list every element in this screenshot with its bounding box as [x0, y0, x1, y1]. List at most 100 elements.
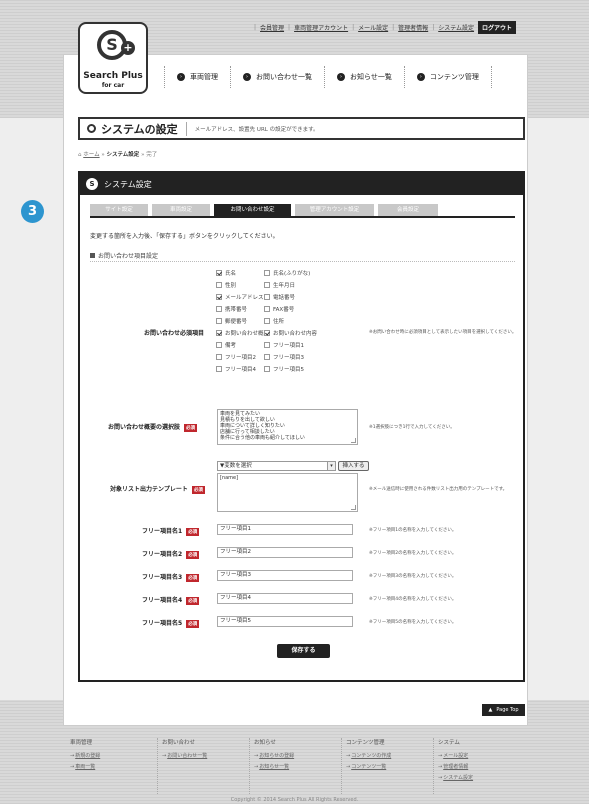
checkbox-label: フリー項目5 [273, 367, 304, 373]
circle-icon [87, 124, 96, 133]
checkbox-item[interactable]: フリー項目4 [216, 365, 256, 373]
footer-link[interactable]: コンテンツ一覧 [346, 763, 433, 770]
checkbox-item[interactable]: 電話番号 [264, 293, 295, 301]
checkbox-item[interactable]: 性別 [216, 281, 236, 289]
gnav-inquiries[interactable]: › お問い合わせ一覧 [230, 66, 324, 88]
free-item-input[interactable]: フリー項目1 [217, 524, 353, 535]
checkbox[interactable] [216, 318, 222, 324]
checkbox-item[interactable]: 郵便番号 [216, 317, 247, 325]
checkbox-label: 備考 [225, 343, 237, 349]
checkbox-item[interactable]: フリー項目3 [264, 353, 304, 361]
checkbox-item[interactable]: 生年月日 [264, 281, 295, 289]
arrow-circle-icon: › [243, 73, 251, 81]
free-item-note: ※フリー項目5の名称を入力してください。 [369, 620, 457, 625]
checkbox[interactable] [216, 330, 222, 336]
util-link-system-settings[interactable]: システム設定 [438, 23, 474, 32]
page-title-bar: システムの設定 メールアドレス、設置先 URL の設定ができます。 [78, 117, 525, 140]
gnav-contents[interactable]: › コンテンツ管理 [403, 66, 492, 88]
site-logo[interactable]: S + Search Plus for car [78, 22, 148, 94]
checkbox[interactable] [264, 342, 270, 348]
checkbox-item[interactable]: フリー項目1 [264, 341, 304, 349]
free-item-label: フリー項目名3 必須 [142, 573, 200, 582]
checkbox-item[interactable]: 氏名(ふりがな) [264, 269, 310, 277]
gnav-news[interactable]: › お知らせ一覧 [324, 66, 404, 88]
checkbox[interactable] [264, 366, 270, 372]
checkbox-label: フリー項目2 [225, 355, 256, 361]
tab-inquiry-settings[interactable]: お問い合わせ設定 [214, 204, 291, 216]
checkbox[interactable] [264, 282, 270, 288]
tab-site-settings[interactable]: サイト設定 [90, 204, 148, 216]
footer-link[interactable]: 新規の登録 [70, 752, 157, 759]
footer-link[interactable]: 車両一覧 [70, 763, 157, 770]
checkbox-item[interactable]: フリー項目2 [216, 353, 256, 361]
breadcrumb-sub: 完了 [146, 152, 158, 158]
save-button[interactable]: 保存する [277, 644, 330, 658]
footer-heading: お知らせ [254, 740, 276, 746]
footer-heading: お問い合わせ [162, 740, 196, 746]
footer-link[interactable]: メール設定 [438, 752, 526, 759]
required-badge: 必須 [184, 423, 198, 432]
free-item-input[interactable]: フリー項目3 [217, 570, 353, 581]
checkbox[interactable] [264, 354, 270, 360]
checkbox-item[interactable]: FAX番号 [264, 305, 294, 313]
required-badge: 必須 [186, 619, 200, 628]
template-textarea[interactable]: [name] [217, 473, 358, 512]
util-link-admin-info[interactable]: 管理者情報 [398, 23, 428, 32]
footer-link[interactable]: お知らせの登録 [254, 752, 341, 759]
overview-label: お問い合わせ概要の選択肢 必須 [108, 423, 198, 432]
checkbox-label: フリー項目4 [225, 367, 256, 373]
footer-link[interactable]: コンテンツの作成 [346, 752, 433, 759]
panel-title: システム設定 [104, 179, 152, 189]
checkbox-item[interactable]: お問い合わせ概要 [216, 329, 269, 337]
insert-button[interactable]: 挿入する [338, 461, 369, 471]
checkbox-item[interactable]: 備考 [216, 341, 236, 349]
util-link-vehicle-accounts[interactable]: 車両管理アカウント [294, 23, 348, 32]
required-badge: 必須 [186, 596, 200, 605]
checkbox-item[interactable]: 住所 [264, 317, 284, 325]
checkbox[interactable] [216, 354, 222, 360]
page-top-button[interactable]: ▲ Page Top [482, 704, 525, 716]
logout-button[interactable]: ログアウト [478, 21, 517, 34]
section-heading: お問い合わせ項目設定 [90, 251, 158, 260]
checkbox[interactable] [264, 294, 270, 300]
footer-link[interactable]: お問い合わせ一覧 [162, 752, 249, 759]
footer-link[interactable]: 管理者情報 [438, 763, 526, 770]
footer-column: 車両管理新規の登録車両一覧 [70, 738, 158, 794]
checkbox-item[interactable]: お問い合わせ内容 [264, 329, 317, 337]
checkbox[interactable] [216, 282, 222, 288]
checkbox[interactable] [216, 270, 222, 276]
overview-note: ※1選択肢につき1行で入力してください。 [369, 425, 455, 430]
tab-admin-account-settings[interactable]: 管理アカウント設定 [295, 204, 374, 216]
checkbox[interactable] [264, 330, 270, 336]
tab-member-settings[interactable]: 会員設定 [378, 204, 438, 216]
checkbox-item[interactable]: 携帯番号 [216, 305, 247, 313]
checkbox[interactable] [216, 342, 222, 348]
checkbox[interactable] [216, 306, 222, 312]
checkbox[interactable] [216, 366, 222, 372]
variable-select[interactable]: ▼変数を選択 ▾ [217, 461, 336, 471]
tab-vehicle-settings[interactable]: 車両設定 [152, 204, 210, 216]
breadcrumb-home[interactable]: ホーム [83, 152, 99, 158]
checkbox[interactable] [264, 306, 270, 312]
tab-bar: サイト設定 車両設定 お問い合わせ設定 管理アカウント設定 会員設定 [90, 204, 515, 218]
util-link-members[interactable]: 会員管理 [260, 23, 284, 32]
gnav-vehicles[interactable]: › 車両管理 [164, 66, 230, 88]
checkbox[interactable] [264, 270, 270, 276]
arrow-circle-icon: › [177, 73, 185, 81]
checkbox-label: 住所 [273, 319, 285, 325]
checkbox[interactable] [264, 318, 270, 324]
triangle-up-icon: ▲ [488, 707, 493, 713]
free-item-input[interactable]: フリー項目2 [217, 547, 353, 558]
footer-link[interactable]: お知らせ一覧 [254, 763, 341, 770]
util-link-mail-settings[interactable]: メール設定 [358, 23, 388, 32]
page-description: メールアドレス、設置先 URL の設定ができます。 [194, 126, 319, 133]
checkbox-item[interactable]: メールアドレス [216, 293, 264, 301]
free-item-input[interactable]: フリー項目5 [217, 616, 353, 627]
checkbox-label: フリー項目1 [273, 343, 304, 349]
checkbox-item[interactable]: フリー項目5 [264, 365, 304, 373]
free-item-input[interactable]: フリー項目4 [217, 593, 353, 604]
checkbox[interactable] [216, 294, 222, 300]
checkbox-item[interactable]: 氏名 [216, 269, 236, 277]
overview-textarea[interactable]: 車両を見てみたい 見積もりを出して欲しい 車両について詳しく知りたい 店舗に行っ… [217, 409, 358, 445]
footer-link[interactable]: システム設定 [438, 774, 526, 781]
